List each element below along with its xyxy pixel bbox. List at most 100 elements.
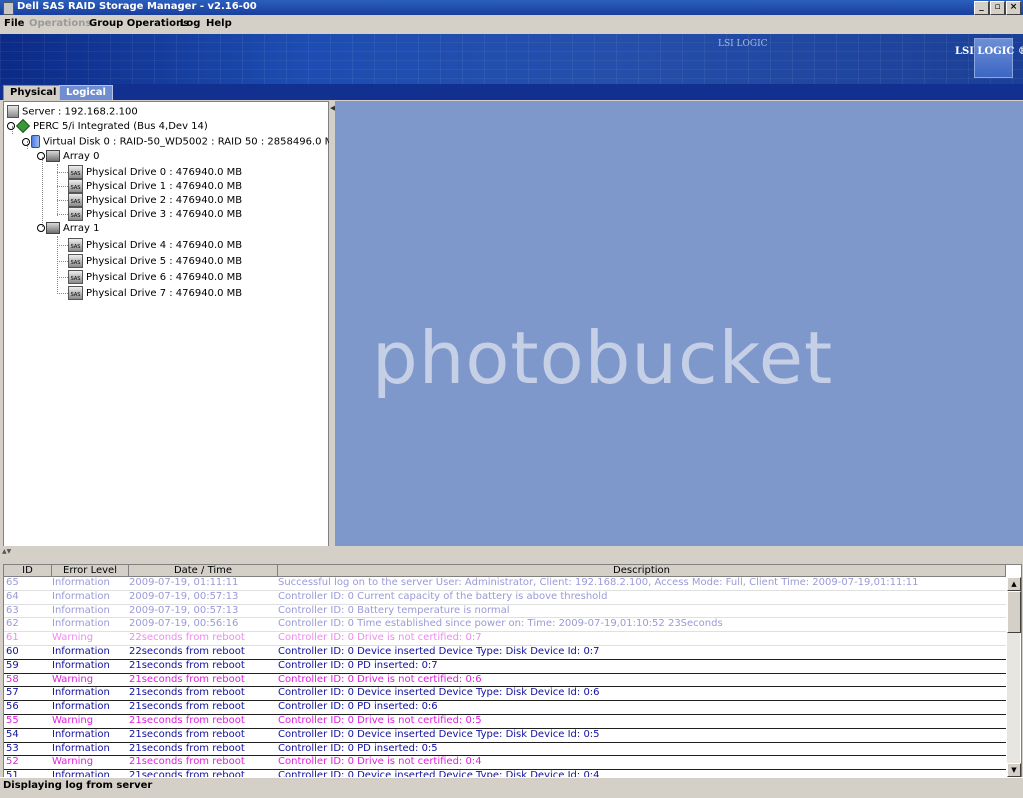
log-id: 57 (6, 687, 19, 699)
log-description: Controller ID: 0 Drive is not certified:… (278, 673, 482, 685)
event-log-table: ID Error Level Date / Time Description 6… (3, 564, 1022, 779)
menu-help[interactable]: Help (206, 18, 232, 29)
column-header-error-level[interactable]: Error Level (52, 565, 129, 576)
tree-connector (57, 172, 68, 173)
log-description: Controller ID: 0 Current capacity of the… (278, 590, 608, 602)
lsi-logo-text: LSI LOGIC ® (955, 46, 1023, 57)
log-description: Successful log on to the server User: Ad… (278, 577, 919, 588)
photobucket-watermark: photobucket (372, 316, 834, 400)
log-row[interactable]: 52 Warning 21seconds from reboot Controller… (4, 756, 1006, 771)
log-description: Controller ID: 0 Drive is not certified:… (278, 632, 482, 644)
expand-handle-icon[interactable] (37, 224, 45, 232)
controller-icon (15, 118, 31, 134)
log-level: Warning (52, 714, 94, 726)
tree-node-server[interactable]: Server : 192.168.2.100 (7, 105, 138, 118)
log-level: Information (52, 590, 110, 602)
tree-node-array-1[interactable]: Array 1 (37, 222, 99, 235)
tree-node-physical-drive-6[interactable]: SAS Physical Drive 6 : 476940.0 MB (68, 270, 242, 284)
log-datetime: 21seconds from reboot (129, 728, 245, 740)
menu-group-operations[interactable]: Group Operations (89, 18, 189, 29)
tree-connector (57, 245, 68, 246)
tree-connector (57, 277, 68, 278)
log-level: Information (52, 645, 110, 657)
log-description: Controller ID: 0 Battery temperature is … (278, 604, 510, 616)
tree-node-physical-drive-2[interactable]: SAS Physical Drive 2 : 476940.0 MB (68, 193, 243, 207)
log-datetime: 2009-07-19, 01:11:11 (129, 577, 239, 588)
log-row[interactable]: 58 Warning 21seconds from reboot Controller… (4, 674, 1006, 688)
sas-drive-icon: SAS (68, 286, 83, 300)
log-description: Controller ID: 0 Device inserted Device … (278, 728, 600, 740)
server-label: Server : 192.168.2.100 (22, 106, 138, 118)
log-level: Warning (52, 756, 94, 768)
log-row[interactable]: 54 Information 21seconds from reboot Contro… (4, 729, 1006, 743)
tab-physical[interactable]: Physical (3, 85, 64, 100)
log-row[interactable]: 56 Information 21seconds from reboot Contro… (4, 701, 1006, 715)
maximize-button[interactable]: ▫ (990, 1, 1005, 15)
drive-label: Physical Drive 3 : 476940.0 MB (86, 209, 243, 220)
expand-handle-icon[interactable] (7, 122, 15, 130)
tree-node-physical-drive-4[interactable]: SAS Physical Drive 4 : 476940.0 MB (68, 238, 242, 252)
horizontal-splitter[interactable]: ▲▼ (0, 546, 1023, 564)
log-row[interactable]: 60 Information 22seconds from reboot Contro… (4, 646, 1006, 660)
tree-connector (57, 261, 68, 262)
tab-logical[interactable]: Logical (59, 85, 113, 100)
log-level: Information (52, 618, 110, 630)
tree-connector (42, 157, 43, 227)
log-datetime: 22seconds from reboot (129, 632, 245, 644)
expand-handle-icon[interactable] (22, 137, 30, 146)
tree-node-physical-drive-5[interactable]: SAS Physical Drive 5 : 476940.0 MB (68, 254, 242, 268)
close-button[interactable]: × (1006, 1, 1021, 15)
log-datetime: 21seconds from reboot (129, 687, 245, 699)
lsi-logo: LSI LOGIC ® (955, 38, 1023, 78)
expand-handle-icon[interactable] (37, 152, 45, 160)
menu-operations[interactable]: Operations (29, 18, 91, 29)
log-row[interactable]: 61 Warning 22seconds from reboot Controller… (4, 632, 1006, 646)
sas-drive-icon: SAS (68, 207, 83, 221)
scroll-up-button[interactable]: ▲ (1007, 577, 1021, 591)
log-datetime: 21seconds from reboot (129, 714, 245, 726)
column-header-date-time[interactable]: Date / Time (129, 565, 278, 576)
log-id: 62 (6, 618, 19, 630)
title-bar: Dell SAS RAID Storage Manager - v2.16-00… (0, 0, 1023, 15)
log-scrollbar[interactable]: ▲ ▼ (1007, 577, 1021, 777)
log-datetime: 22seconds from reboot (129, 645, 245, 657)
menu-file[interactable]: File (4, 18, 24, 29)
tree-node-physical-drive-1[interactable]: SAS Physical Drive 1 : 476940.0 MB (68, 179, 242, 193)
log-description: Controller ID: 0 Time established since … (278, 618, 723, 630)
tree-node-physical-drive-7[interactable]: SAS Physical Drive 7 : 476940.0 MB (68, 286, 242, 300)
log-row[interactable]: 62 Information 2009-07-19, 00:56:16 Control… (4, 618, 1006, 633)
scroll-down-button[interactable]: ▼ (1007, 763, 1021, 777)
properties-pane: photobucket (335, 101, 1023, 546)
sas-drive-icon: SAS (68, 179, 83, 193)
log-description: Controller ID: 0 Device inserted Device … (278, 687, 600, 699)
tree-node-virtual-disk[interactable]: Virtual Disk 0 : RAID-50_WD5002 : RAID 5… (22, 135, 340, 148)
sas-drive-icon: SAS (68, 270, 83, 284)
log-description: Controller ID: 0 Drive is not certified:… (278, 714, 482, 726)
log-id: 61 (6, 632, 19, 644)
tree-node-physical-drive-3[interactable]: SAS Physical Drive 3 : 476940.0 MB (68, 207, 243, 221)
log-row[interactable]: 53 Information 21seconds from reboot Contro… (4, 743, 1006, 757)
virtual-disk-label: Virtual Disk 0 : RAID-50_WD5002 : RAID 5… (43, 136, 341, 148)
sas-drive-icon: SAS (68, 254, 83, 268)
menu-bar: File Operations Group Operations Log Hel… (0, 15, 1023, 34)
log-row[interactable]: 55 Warning 21seconds from reboot Controller… (4, 715, 1006, 729)
log-row[interactable]: 65 Information 2009-07-19, 01:11:11 Success… (4, 577, 1006, 591)
drive-label: Physical Drive 2 : 476940.0 MB (86, 195, 243, 206)
splitter-arrows-icon[interactable]: ▲▼ (2, 548, 11, 555)
tree-node-controller[interactable]: PERC 5/i Integrated (Bus 4,Dev 14) (7, 118, 208, 134)
log-row[interactable]: 59 Information 21seconds from reboot Contro… (4, 660, 1006, 674)
log-row[interactable]: 64 Information 2009-07-19, 00:57:13 Control… (4, 591, 1006, 605)
sas-drive-icon: SAS (68, 165, 83, 179)
log-row[interactable]: 57 Information 21seconds from reboot Contro… (4, 687, 1006, 702)
column-header-description[interactable]: Description (278, 565, 1006, 576)
log-id: 60 (6, 645, 19, 657)
menu-log[interactable]: Log (180, 18, 200, 29)
column-header-id[interactable]: ID (4, 565, 52, 576)
tree-node-array-0[interactable]: Array 0 (37, 150, 99, 163)
log-description: Controller ID: 0 Drive is not certified:… (278, 756, 482, 768)
minimize-button[interactable]: _ (974, 1, 989, 15)
log-row[interactable]: 63 Information 2009-07-19, 00:57:13 Control… (4, 605, 1006, 619)
scroll-thumb[interactable] (1007, 591, 1021, 633)
log-level: Warning (52, 673, 94, 685)
tree-node-physical-drive-0[interactable]: SAS Physical Drive 0 : 476940.0 MB (68, 165, 242, 179)
